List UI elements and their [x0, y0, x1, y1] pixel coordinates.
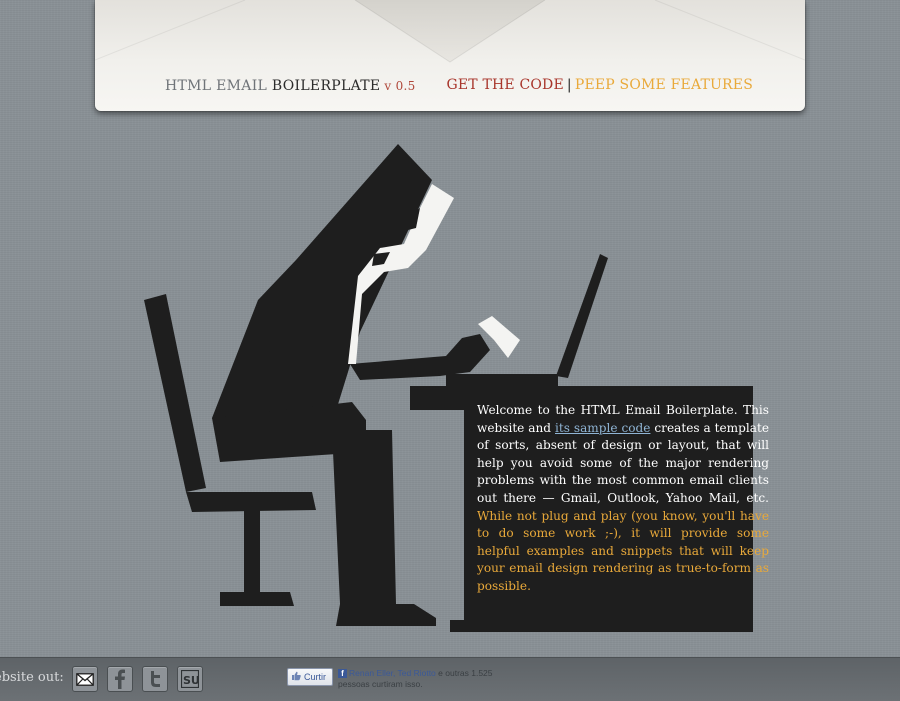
person-torso — [212, 144, 432, 432]
laptop-base — [446, 374, 558, 386]
intro-paragraph: Welcome to the HTML Email Boilerplate. T… — [477, 402, 769, 596]
person-shin — [332, 430, 436, 626]
sample-code-link[interactable]: its sample code — [555, 421, 650, 435]
facebook-like-button[interactable]: Curtir — [287, 668, 333, 686]
chair-back — [144, 294, 206, 492]
facebook-like-count: f Renan Eller, Ted Riotto e outras 1.525 … — [338, 668, 508, 690]
like-friend-names[interactable]: Renan Eller, Ted Riotto — [349, 668, 436, 678]
intro-highlight: While not plug and play (you know, you'l… — [477, 508, 769, 593]
stumbleupon-share-button[interactable]: SU — [177, 666, 203, 692]
facebook-share-button[interactable] — [107, 666, 133, 692]
email-share-button[interactable] — [72, 666, 98, 692]
chair-seat — [186, 492, 316, 512]
chair-base — [220, 592, 294, 606]
svg-text:SU: SU — [183, 674, 199, 687]
laptop-screen — [556, 254, 608, 378]
stumbleupon-icon: SU — [181, 670, 199, 688]
share-label: ebsite out: — [0, 670, 64, 685]
chair-post — [244, 510, 260, 594]
twitter-icon — [151, 671, 160, 687]
twitter-share-button[interactable] — [142, 666, 168, 692]
person-arm — [350, 334, 490, 380]
facebook-icon — [115, 669, 125, 689]
facebook-small-icon: f — [338, 669, 347, 679]
email-icon — [76, 672, 94, 686]
like-label: Curtir — [304, 672, 326, 682]
thumbs-up-icon — [291, 671, 301, 683]
